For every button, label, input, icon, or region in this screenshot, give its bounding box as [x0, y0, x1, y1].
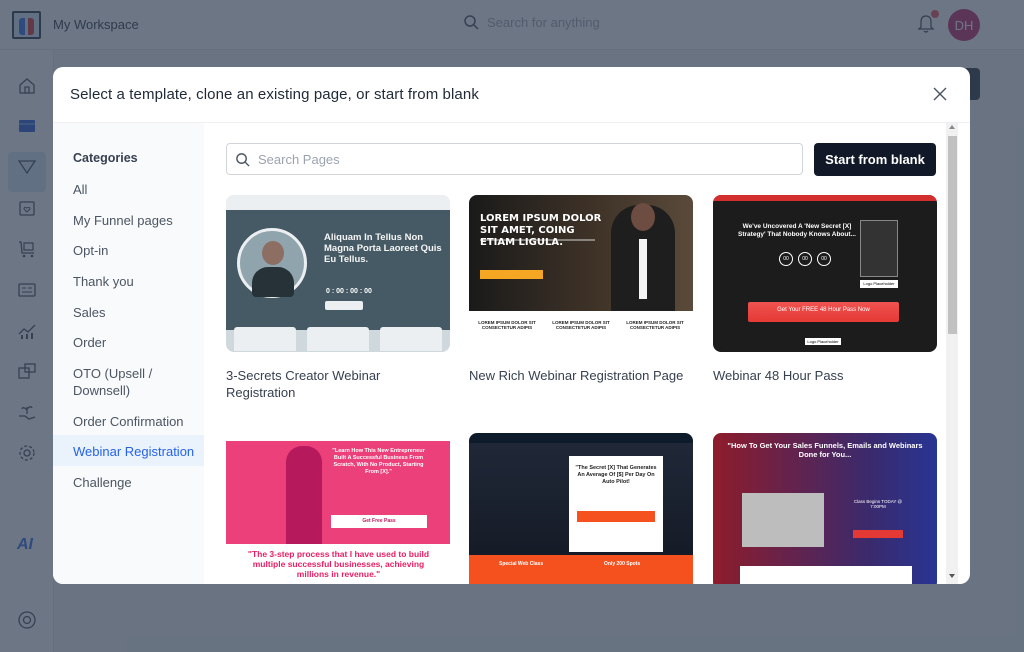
preview-cta: Get Free Pass: [331, 515, 427, 528]
category-sales[interactable]: Sales: [53, 303, 204, 322]
preview-header: [226, 195, 450, 210]
preview-subtext: [480, 239, 595, 269]
preview-feature: LOREM IPSUM DOLOR SIT CONSECTETUR ADIPIS: [478, 320, 536, 330]
template-title[interactable]: 3-Secrets Creator Webinar Registration: [226, 367, 450, 401]
preview-headline: "Learn How This New Entrepreneur Built A…: [332, 448, 425, 475]
preview-feature: Only 200 Spots: [604, 561, 641, 567]
scroll-up-arrow[interactable]: [949, 125, 955, 129]
close-icon[interactable]: [931, 85, 949, 103]
category-challenge[interactable]: Challenge: [53, 473, 204, 492]
template-card[interactable]: "The Secret [X] That Generates An Averag…: [469, 433, 693, 584]
preview-feature-box: [307, 327, 369, 351]
modal-header: Select a template, clone an existing pag…: [53, 67, 970, 123]
template-title[interactable]: New Rich Webinar Registration Page: [469, 367, 693, 384]
preview-logo: Logo Placeholder: [860, 280, 898, 288]
template-preview[interactable]: "Learn How This New Entrepreneur Built A…: [226, 433, 450, 584]
preview-class-time: Class Begins TODAY @ 7:00PM: [853, 499, 903, 509]
preview-headline: "The Secret [X] That Generates An Averag…: [575, 465, 657, 485]
preview-headline: We've Uncovered A 'New Secret [X] Strate…: [738, 223, 856, 238]
modal-title: Select a template, clone an existing pag…: [70, 86, 479, 103]
preview-feature-box: [234, 327, 296, 351]
categories-heading: Categories: [73, 151, 138, 165]
preview-portrait: [237, 228, 307, 298]
preview-top-bar: [713, 195, 937, 201]
preview-headline: "How To Get Your Sales Funnels, Emails a…: [727, 441, 923, 459]
preview-countdown-seconds: 00: [817, 252, 831, 266]
preview-feature-box: [380, 327, 442, 351]
preview-quote: "The 3-step process that I have used to …: [247, 549, 430, 579]
preview-photo: [860, 220, 898, 277]
search-pages-input[interactable]: [258, 151, 778, 167]
category-webinar-registration[interactable]: Webinar Registration: [53, 435, 204, 466]
search-pages-field[interactable]: [226, 143, 803, 175]
template-card[interactable]: Aliquam In Tellus Non Magna Porta Laoree…: [226, 195, 450, 401]
scroll-down-arrow[interactable]: [949, 574, 955, 578]
category-oto[interactable]: OTO (Upsell / Downsell): [53, 364, 204, 400]
preview-headline: Aliquam In Tellus Non Magna Porta Laoree…: [324, 232, 442, 265]
category-opt-in[interactable]: Opt-in: [53, 241, 204, 260]
preview-button: [577, 511, 655, 522]
template-preview[interactable]: Aliquam In Tellus Non Magna Porta Laoree…: [226, 195, 450, 352]
preview-feature: LOREM IPSUM DOLOR SIT CONSECTETUR ADIPIS: [626, 320, 684, 330]
preview-footer-band: [469, 555, 693, 584]
category-order[interactable]: Order: [53, 333, 204, 352]
preview-feature: LOREM IPSUM DOLOR SIT CONSECTETUR ADIPIS: [552, 320, 610, 330]
template-preview[interactable]: We've Uncovered A 'New Secret [X] Strate…: [713, 195, 937, 352]
template-picker-modal: Select a template, clone an existing pag…: [53, 67, 970, 584]
categories-panel: Categories All My Funnel pages Opt-in Th…: [53, 123, 204, 584]
category-thank-you[interactable]: Thank you: [53, 272, 204, 291]
preview-button: [480, 270, 543, 279]
category-all[interactable]: All: [53, 180, 204, 199]
template-card[interactable]: "How To Get Your Sales Funnels, Emails a…: [713, 433, 937, 584]
category-order-confirmation[interactable]: Order Confirmation: [53, 412, 204, 431]
preview-button: [325, 301, 363, 310]
preview-hosts: [740, 566, 912, 584]
preview-person: [286, 446, 322, 544]
preview-countdown-minutes: 00: [798, 252, 812, 266]
preview-video: [742, 493, 824, 547]
search-icon: [236, 152, 250, 167]
preview-logo: Logo Placeholder: [805, 338, 841, 345]
category-my-funnel-pages[interactable]: My Funnel pages: [53, 211, 204, 230]
template-preview[interactable]: "The Secret [X] That Generates An Averag…: [469, 433, 693, 584]
preview-register-button: [853, 530, 903, 538]
start-from-blank-button[interactable]: Start from blank: [814, 143, 936, 176]
template-card[interactable]: We've Uncovered A 'New Secret [X] Strate…: [713, 195, 937, 384]
template-preview[interactable]: "How To Get Your Sales Funnels, Emails a…: [713, 433, 937, 584]
content-scrollbar[interactable]: [946, 123, 958, 584]
template-preview[interactable]: LOREM IPSUM DOLOR SIT AMET, COING ETIAM …: [469, 195, 693, 352]
template-card[interactable]: LOREM IPSUM DOLOR SIT AMET, COING ETIAM …: [469, 195, 693, 384]
preview-countdown-hours: 00: [779, 252, 793, 266]
preview-feature: Special Web Class: [499, 561, 544, 567]
templates-content: Start from blank Aliquam In Tellus Non M…: [204, 123, 958, 584]
modal-body: Categories All My Funnel pages Opt-in Th…: [53, 123, 970, 584]
preview-countdown: 0 : 00 : 00 : 00: [326, 288, 372, 295]
preview-person: [611, 203, 675, 311]
template-card[interactable]: "Learn How This New Entrepreneur Built A…: [226, 433, 450, 584]
scroll-thumb[interactable]: [948, 136, 957, 334]
template-title[interactable]: Webinar 48 Hour Pass: [713, 367, 937, 384]
preview-cta: Get Your FREE 48 Hour Pass Now: [748, 302, 899, 322]
